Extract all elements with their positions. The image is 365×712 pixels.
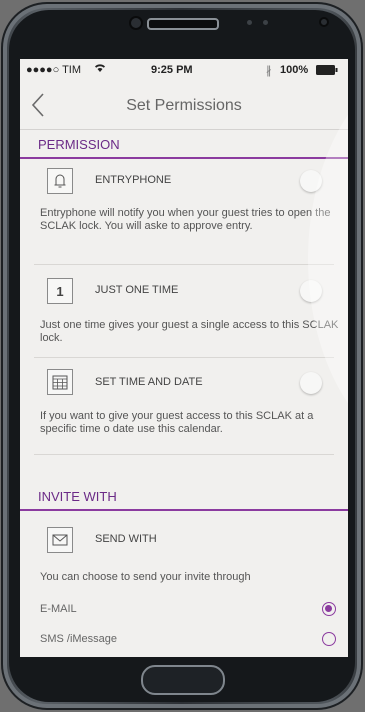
bell-icon — [47, 168, 73, 194]
navigation-bar: Set Permissions — [20, 81, 348, 130]
wifi-icon — [94, 63, 106, 76]
calendar-icon — [47, 369, 73, 395]
carrier-signal: ●●●●○ TIM — [26, 64, 82, 76]
home-button[interactable] — [141, 665, 225, 695]
sms-option-label: SMS /iMessage — [40, 633, 118, 645]
number-one-icon: 1 — [47, 278, 73, 304]
clock: 9:25 PM — [151, 64, 193, 76]
bluetooth-icon: ∦ — [266, 65, 272, 77]
option-label: ENTRYPHONE — [95, 174, 172, 186]
email-radio[interactable] — [322, 602, 336, 616]
invite-description: You can choose to send your invite throu… — [40, 571, 251, 583]
divider — [34, 264, 334, 265]
invite-heading: INVITE WITH — [38, 489, 117, 504]
send-with-label: SEND WITH — [95, 533, 157, 545]
entryphone-toggle[interactable] — [300, 170, 322, 192]
light-sensor — [263, 20, 268, 25]
permission-section-header: PERMISSION — [20, 135, 348, 159]
invite-section-header: INVITE WITH — [20, 487, 348, 511]
battery-percent: 100% — [280, 64, 309, 76]
envelope-icon — [47, 527, 73, 553]
proximity-sensor — [247, 20, 252, 25]
sms-radio[interactable] — [322, 632, 336, 646]
divider — [34, 454, 334, 455]
just-one-time-description: Just one time gives your guest a single … — [40, 319, 339, 344]
set-time-and-date-toggle[interactable] — [300, 372, 322, 394]
front-camera — [129, 16, 143, 30]
just-one-time-toggle[interactable] — [300, 280, 322, 302]
option-label: SET TIME AND DATE — [95, 376, 203, 388]
status-bar: ●●●●○ TIM 9:25 PM ∦ 100% — [20, 59, 348, 81]
battery-icon — [316, 65, 338, 78]
entryphone-description: Entryphone will notify you when your gue… — [40, 207, 331, 232]
screen: ●●●●○ TIM 9:25 PM ∦ 100% Set Permissions… — [20, 59, 348, 657]
notification-led — [319, 17, 329, 27]
phone-frame: ●●●●○ TIM 9:25 PM ∦ 100% Set Permissions… — [1, 2, 363, 710]
email-option-label: E-MAIL — [40, 603, 77, 615]
set-time-and-date-description: If you want to give your guest access to… — [40, 410, 314, 435]
divider — [34, 357, 334, 358]
earpiece-speaker — [147, 18, 219, 30]
page-title: Set Permissions — [126, 97, 242, 114]
option-label: JUST ONE TIME — [95, 284, 179, 296]
permission-heading: PERMISSION — [38, 137, 120, 152]
